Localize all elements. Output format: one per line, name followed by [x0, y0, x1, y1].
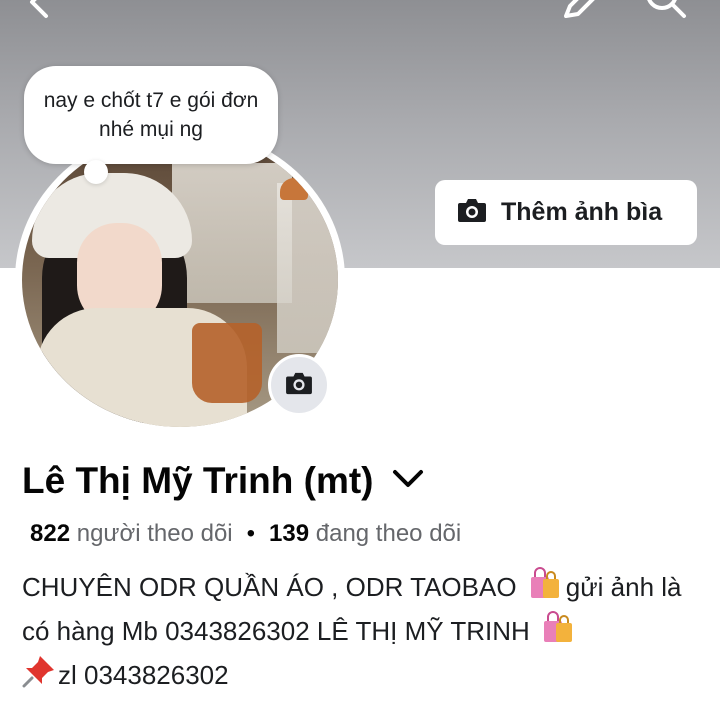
edit-icon[interactable]: [558, 0, 602, 27]
avatar-drink-glass: [192, 323, 262, 403]
back-icon[interactable]: [18, 0, 58, 27]
shopping-bags-icon: [541, 610, 575, 654]
avatar-background-lamp: [280, 178, 308, 200]
following-link[interactable]: 139 đang theo dõi: [269, 520, 461, 547]
chevron-down-icon[interactable]: [391, 468, 425, 495]
followers-link[interactable]: 822 người theo dõi: [30, 520, 233, 547]
bio-text-3: zl 0343826302: [58, 660, 229, 690]
followers-label: người theo dõi: [76, 520, 233, 547]
follow-stats: 822 người theo dõi • 139 đang theo dõi: [30, 520, 461, 548]
profile-name-row: Lê Thị Mỹ Trinh (mt): [22, 460, 425, 502]
avatar-background-curtain: [277, 183, 338, 353]
camera-icon: [285, 371, 313, 400]
note-bubble-tail: [84, 160, 108, 184]
profile-name: Lê Thị Mỹ Trinh (mt): [22, 460, 374, 501]
following-count: 139: [269, 520, 310, 547]
profile-note-bubble[interactable]: nay e chốt t7 e gói đơn nhé mụi ng: [24, 66, 278, 164]
update-profile-picture-button[interactable]: [268, 354, 330, 416]
stats-separator: •: [246, 520, 256, 547]
profile-bio: CHUYÊN ODR QUẦN ÁO , ODR TAOBAO gửi ảnh …: [22, 566, 712, 698]
followers-count: 822: [30, 520, 71, 547]
bio-text-1: CHUYÊN ODR QUẦN ÁO , ODR TAOBAO: [22, 572, 524, 602]
profile-note-text: nay e chốt t7 e gói đơn nhé mụi ng: [43, 89, 259, 141]
add-cover-photo-label: Thêm ảnh bìa: [501, 198, 663, 226]
shopping-bags-icon: [528, 566, 562, 610]
search-icon[interactable]: [640, 0, 690, 27]
camera-icon: [457, 197, 487, 228]
add-cover-photo-button[interactable]: Thêm ảnh bìa: [435, 180, 697, 245]
pushpin-icon: [22, 654, 56, 698]
following-label: đang theo dõi: [315, 520, 462, 547]
